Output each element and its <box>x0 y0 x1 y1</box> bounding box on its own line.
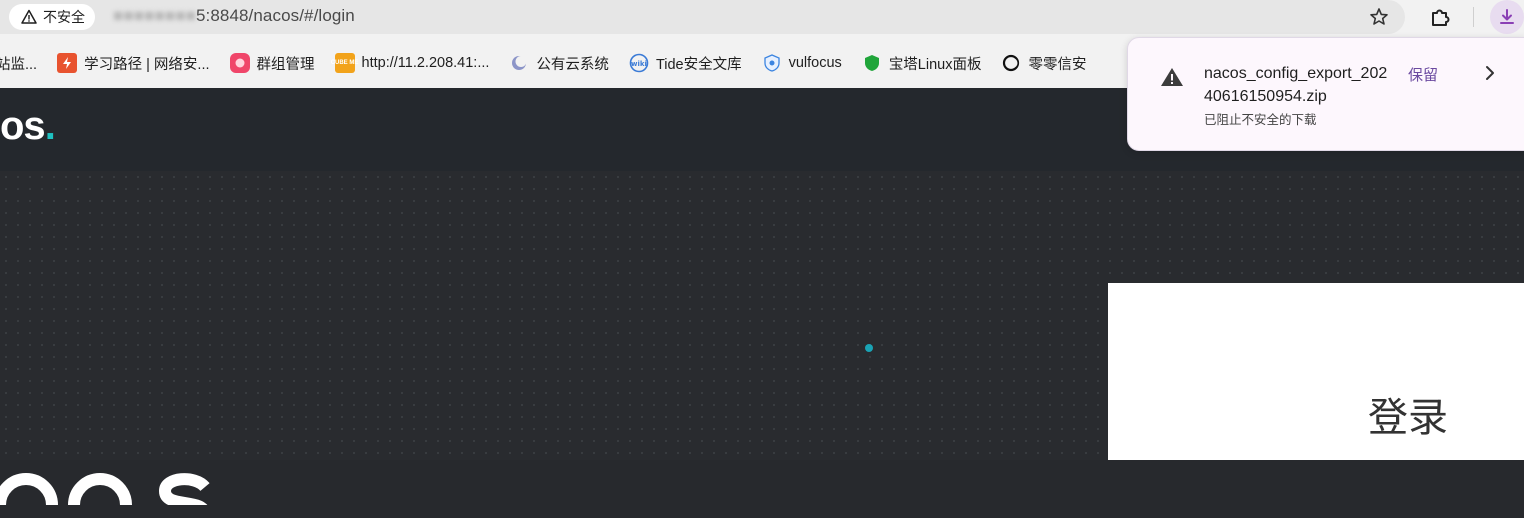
login-title: 登录 <box>1368 396 1448 440</box>
download-status: 已阻止不安全的下载 <box>1204 113 1317 127</box>
wiki-icon: wiki <box>629 53 649 73</box>
lightning-icon <box>57 53 78 73</box>
bookmark-label: 公有云系统 <box>536 56 609 73</box>
warning-icon <box>21 9 37 24</box>
insecure-label: 不安全 <box>43 9 85 25</box>
bookmark-item[interactable]: wiki Tide安全文库 <box>629 53 742 74</box>
bookmark-label: 宝塔Linux面板 <box>888 56 982 73</box>
chevron-right-icon[interactable] <box>1481 64 1499 82</box>
bookmark-label: Tide安全文库 <box>655 56 742 73</box>
pagoda-icon <box>862 53 882 73</box>
bookmark-item[interactable]: CUBE ME http://11.2.208.41:... <box>331 53 490 73</box>
svg-text:wiki: wiki <box>631 60 647 68</box>
bookmark-label: vulfocus <box>788 55 842 71</box>
bookmark-label: http://11.2.208.41:... <box>361 55 490 71</box>
bookmark-label: 群组管理 <box>256 56 315 73</box>
warning-icon <box>1161 68 1183 86</box>
cube-icon: CUBE ME <box>331 53 358 73</box>
url-text[interactable]: ■■■■■■■■5:8848/nacos/#/login <box>113 6 355 26</box>
ring-icon <box>1001 53 1021 73</box>
security-chip[interactable]: 不安全 <box>9 4 95 30</box>
bookmark-item[interactable]: 零零信安 <box>1001 53 1086 74</box>
bookmark-star-icon[interactable] <box>1367 5 1391 29</box>
bookmark-item[interactable]: 宝塔Linux面板 <box>862 53 982 74</box>
download-icon[interactable] <box>1490 0 1524 34</box>
download-blocked-popup: nacos_config_export_20240616150954.zip 已… <box>1127 37 1524 151</box>
bookmark-label: 零零信安 <box>1028 56 1087 73</box>
extensions-icon[interactable] <box>1428 5 1452 29</box>
keep-button[interactable]: 保留 <box>1408 64 1438 85</box>
nacos-logo[interactable]: os. <box>0 104 56 148</box>
bookmark-item[interactable]: 群组管理 <box>229 53 315 74</box>
download-filename[interactable]: nacos_config_export_20240616150954.zip <box>1204 62 1389 108</box>
bookmarks-bar: 站监... 学习路径 | 网络安... 群组管理 CUBE ME http://… <box>0 46 1106 80</box>
bookmark-item[interactable]: 公有云系统 <box>509 53 609 74</box>
cloud-icon <box>509 53 529 73</box>
bookmark-item[interactable]: vulfocus <box>762 53 842 73</box>
loading-indicator <box>865 344 873 352</box>
address-bar[interactable]: 不安全 ■■■■■■■■5:8848/nacos/#/login <box>0 0 1405 34</box>
group-icon <box>229 53 250 73</box>
login-panel <box>1108 283 1524 460</box>
bookmark-label: 站监... <box>0 56 38 73</box>
gear-shield-icon <box>762 53 782 73</box>
bookmark-label: 学习路径 | 网络安... <box>84 56 210 73</box>
toolbar-divider <box>1473 7 1474 27</box>
hero-logo-text <box>0 438 220 518</box>
bookmark-item[interactable]: 学习路径 | 网络安... <box>57 53 210 74</box>
bookmark-item[interactable]: 站监... <box>0 53 37 74</box>
